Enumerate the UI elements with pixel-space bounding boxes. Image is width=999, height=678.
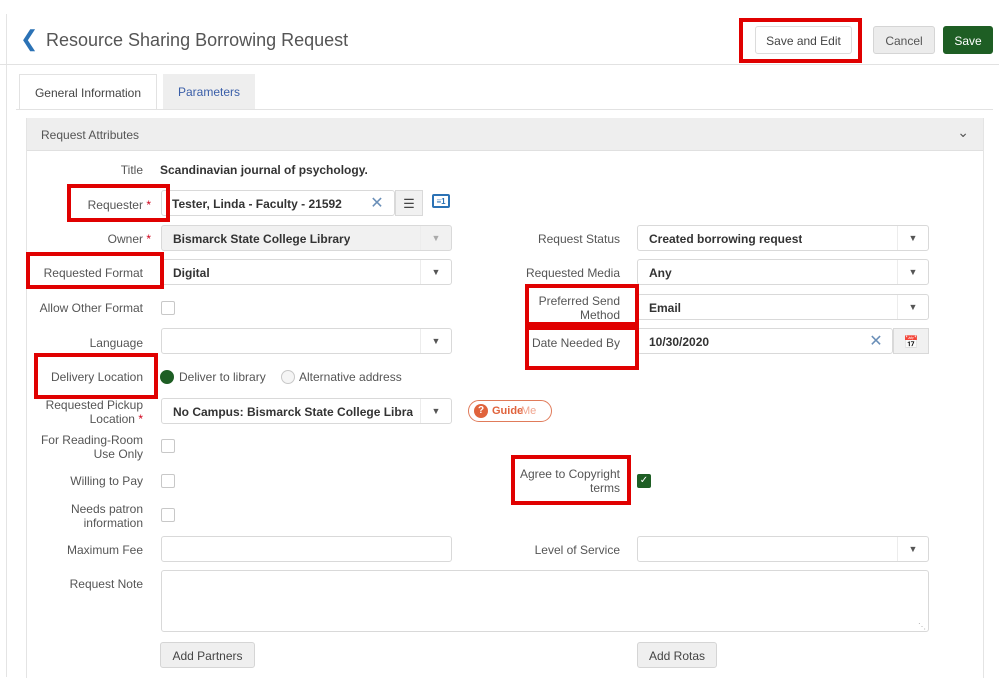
request-status-select[interactable]: Created borrowing request ▼ — [637, 225, 929, 251]
tab-parameters[interactable]: Parameters — [163, 74, 255, 110]
request-status-label: Request Status — [537, 232, 620, 246]
clear-date-icon[interactable]: ✕ — [866, 331, 886, 351]
list-icon[interactable]: ☰ — [395, 190, 423, 216]
requester-label: Requester * — [87, 198, 151, 212]
patron-card-icon[interactable]: ≡1 — [432, 194, 450, 208]
section-header[interactable]: Request Attributes ⌄ — [27, 118, 983, 151]
requested-format-select[interactable]: Digital ▼ — [161, 259, 452, 285]
preferred-send-method-label: Preferred Send Method — [538, 294, 620, 322]
allow-other-format-checkbox[interactable] — [161, 301, 175, 315]
requester-value: Tester, Linda - Faculty - 21592 — [172, 197, 342, 211]
owner-value: Bismarck State College Library — [173, 232, 351, 246]
requested-format-label: Requested Format — [43, 266, 143, 280]
language-label: Language — [89, 336, 143, 350]
guide-me-label: Guide — [492, 405, 524, 417]
save-button[interactable]: Save — [943, 26, 993, 54]
dropdown-arrow-icon: ▼ — [897, 260, 928, 284]
add-partners-button[interactable]: Add Partners — [160, 642, 255, 668]
level-of-service-select[interactable]: ▼ — [637, 536, 929, 562]
owner-select[interactable]: Bismarck State College Library ▼ — [161, 225, 452, 251]
willing-to-pay-checkbox[interactable] — [161, 474, 175, 488]
section-title: Request Attributes — [41, 128, 140, 142]
reading-room-checkbox[interactable] — [161, 439, 175, 453]
date-needed-by-label: Date Needed By — [531, 336, 620, 350]
level-of-service-label: Level of Service — [534, 543, 620, 557]
page-title: Resource Sharing Borrowing Request — [46, 30, 349, 50]
dropdown-arrow-icon: ▼ — [897, 295, 928, 319]
maximum-fee-input[interactable] — [161, 536, 452, 562]
dropdown-arrow-icon: ▼ — [897, 226, 928, 250]
chevron-down-icon[interactable]: ⌄ — [957, 124, 969, 141]
requester-input[interactable]: Tester, Linda - Faculty - 21592 ✕ — [161, 190, 395, 216]
deliver-to-library-radio[interactable] — [160, 370, 174, 384]
reading-room-label: For Reading-Room Use Only — [40, 433, 143, 461]
tab-divider — [16, 109, 993, 110]
allow-other-format-label: Allow Other Format — [39, 301, 143, 315]
date-needed-by-value: 10/30/2020 — [649, 335, 710, 349]
language-select[interactable]: ▼ — [161, 328, 452, 354]
add-rotas-button[interactable]: Add Rotas — [637, 642, 717, 668]
agree-copyright-label: Agree to Copyright terms — [519, 467, 620, 495]
calendar-icon[interactable]: 📅 — [893, 328, 929, 354]
guide-me-label-suffix: Me — [521, 405, 537, 417]
requested-format-value: Digital — [173, 266, 210, 280]
owner-label: Owner * — [107, 232, 151, 246]
dropdown-arrow-icon: ▼ — [420, 226, 451, 250]
maximum-fee-label: Maximum Fee — [66, 543, 143, 557]
request-note-label: Request Note — [69, 577, 143, 591]
title-label: Title — [120, 163, 143, 177]
request-status-value: Created borrowing request — [649, 232, 803, 246]
pickup-location-value: No Campus: Bismarck State College Librar… — [173, 405, 413, 419]
request-note-textarea[interactable]: ⋱ — [161, 570, 929, 632]
tab-general-information[interactable]: General Information — [19, 74, 157, 110]
back-chevron-icon[interactable]: ❮ — [20, 28, 38, 50]
requested-media-value: Any — [649, 266, 672, 280]
dropdown-arrow-icon: ▼ — [897, 537, 928, 561]
title-value: Scandinavian journal of psychology. — [160, 163, 368, 177]
requested-media-select[interactable]: Any ▼ — [637, 259, 929, 285]
delivery-location-label: Delivery Location — [50, 370, 143, 384]
date-needed-by-input[interactable]: 10/30/2020 ✕ — [637, 328, 893, 354]
preferred-send-method-select[interactable]: Email ▼ — [637, 294, 929, 320]
dropdown-arrow-icon: ▼ — [420, 260, 451, 284]
help-icon: ? — [474, 404, 488, 418]
needs-patron-info-label: Needs patron information — [70, 502, 143, 530]
alternative-address-radio[interactable] — [281, 370, 295, 384]
left-border — [6, 14, 7, 677]
preferred-send-method-value: Email — [649, 301, 682, 315]
cancel-button[interactable]: Cancel — [873, 26, 935, 54]
guide-me-button[interactable]: ? Guide Me — [468, 400, 552, 422]
willing-to-pay-label: Willing to Pay — [70, 474, 143, 488]
requested-media-label: Requested Media — [525, 266, 620, 280]
dropdown-arrow-icon: ▼ — [420, 399, 451, 423]
pickup-location-label: Requested Pickup Location * — [45, 398, 143, 426]
needs-patron-info-checkbox[interactable] — [161, 508, 175, 522]
agree-copyright-checkbox[interactable]: ✓ — [637, 474, 651, 488]
deliver-to-library-label[interactable]: Deliver to library — [179, 370, 266, 384]
dropdown-arrow-icon: ▼ — [420, 329, 451, 353]
alternative-address-label[interactable]: Alternative address — [299, 370, 402, 384]
pickup-location-select[interactable]: No Campus: Bismarck State College Librar… — [161, 398, 452, 424]
save-and-edit-button[interactable]: Save and Edit — [755, 26, 852, 54]
clear-icon[interactable]: ✕ — [367, 193, 387, 213]
resize-handle-icon[interactable]: ⋱ — [918, 622, 926, 631]
